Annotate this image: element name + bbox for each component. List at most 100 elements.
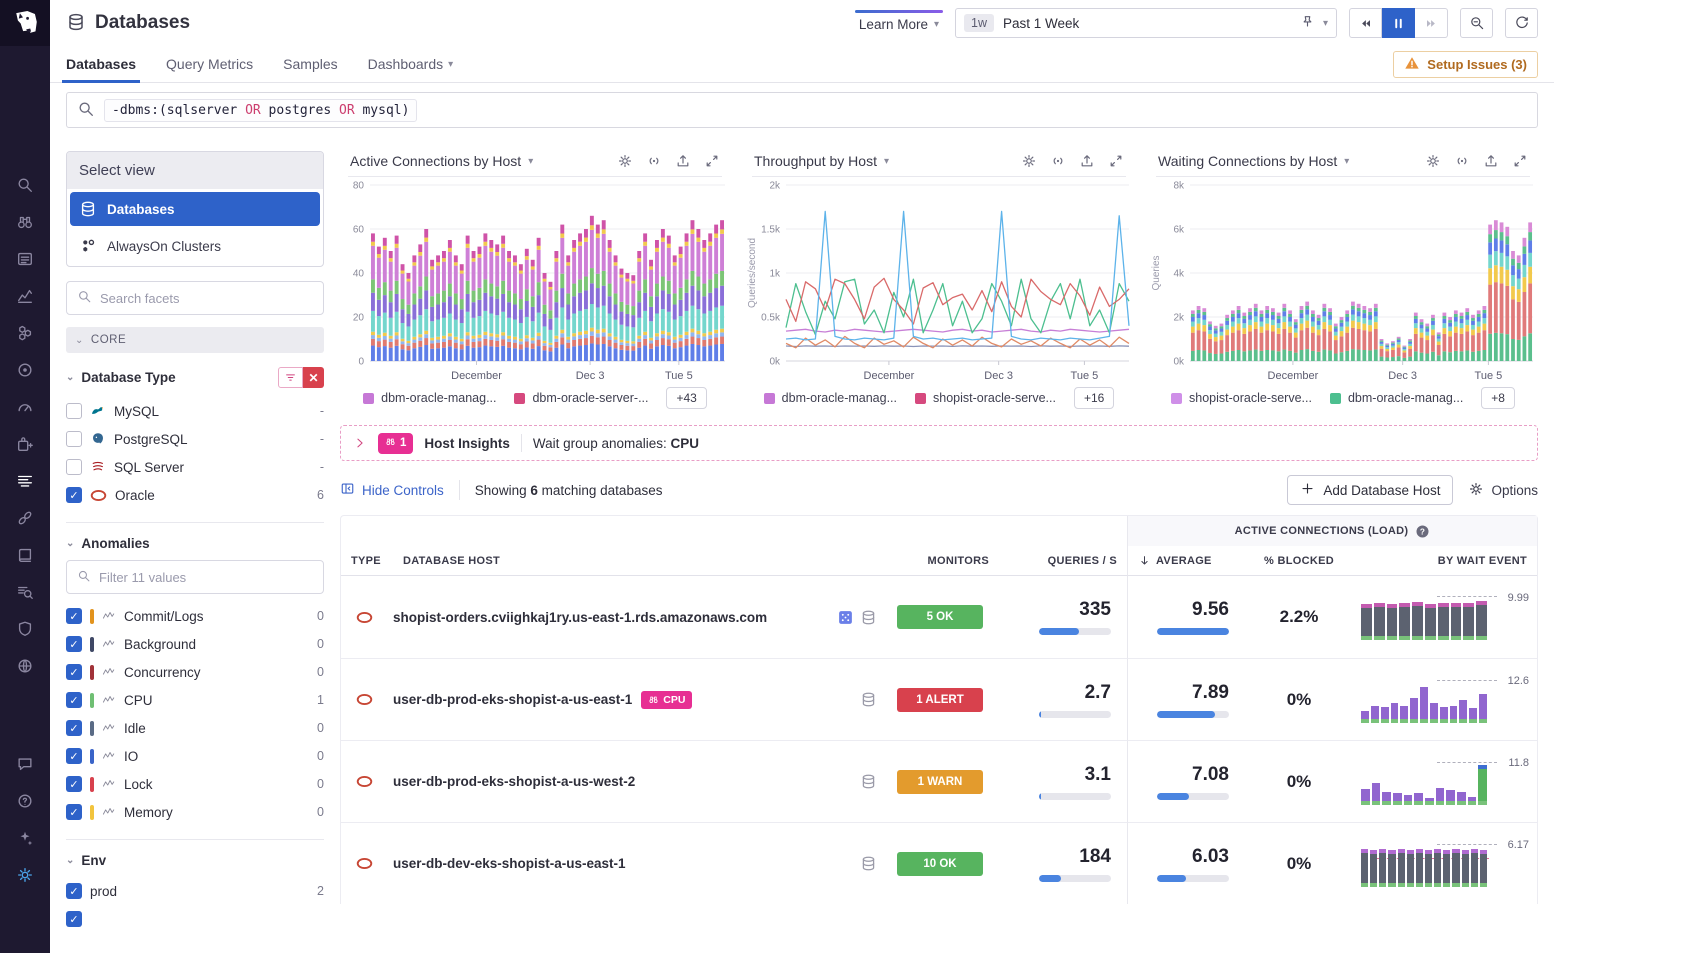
checkbox[interactable]: ✓ bbox=[66, 748, 82, 764]
checkbox[interactable]: ✓ bbox=[66, 911, 82, 927]
chart-title[interactable]: Throughput by Host bbox=[754, 153, 877, 169]
checkbox[interactable]: ✓ bbox=[66, 883, 82, 899]
checkbox[interactable] bbox=[66, 459, 82, 475]
checkbox[interactable]: ✓ bbox=[66, 608, 82, 624]
tab-databases[interactable]: Databases bbox=[66, 46, 136, 82]
facet-item-io[interactable]: ✓IO0 bbox=[66, 742, 324, 770]
gear-icon[interactable] bbox=[1425, 153, 1441, 169]
tab-dashboards[interactable]: Dashboards▾ bbox=[368, 46, 454, 82]
gear-icon[interactable] bbox=[617, 153, 633, 169]
legend-more-badge[interactable]: +43 bbox=[666, 387, 706, 409]
checkbox[interactable] bbox=[66, 431, 82, 447]
support-chat-icon[interactable] bbox=[0, 745, 50, 782]
view-item-databases[interactable]: Databases bbox=[70, 192, 320, 226]
search-icon[interactable] bbox=[0, 166, 50, 203]
table-row-host[interactable]: shopist-orders.cviighkaj1ry.us-east-1.rd… bbox=[393, 576, 817, 658]
pause-button[interactable] bbox=[1382, 8, 1415, 38]
monitor-status-badge[interactable]: 10 OK bbox=[897, 852, 983, 876]
wait-event-chart[interactable]: 12.6 bbox=[1361, 674, 1529, 726]
view-item-alwayson-clusters[interactable]: AlwaysOn Clusters bbox=[70, 229, 320, 263]
search-facets-input[interactable]: Search facets bbox=[66, 281, 324, 315]
wait-event-chart[interactable]: 6.17 bbox=[1361, 838, 1529, 890]
checkbox[interactable]: ✓ bbox=[66, 692, 82, 708]
checkbox[interactable]: ✓ bbox=[66, 776, 82, 792]
chevron-right-icon[interactable] bbox=[353, 436, 367, 450]
legend-item[interactable]: shopist-oracle-serve... bbox=[915, 391, 1056, 405]
time-range-picker[interactable]: 1w Past 1 Week ▾ bbox=[955, 8, 1337, 38]
checkbox[interactable]: ✓ bbox=[66, 487, 82, 503]
facet-item-postgresql[interactable]: PostgreSQL- bbox=[66, 425, 324, 453]
tab-samples[interactable]: Samples bbox=[283, 46, 337, 82]
legend-item[interactable]: dbm-oracle-manag... bbox=[363, 391, 496, 405]
watchdog-icon[interactable] bbox=[0, 203, 50, 240]
table-row-host[interactable]: user-db-prod-eks-shopist-a-us-east-1CPU bbox=[393, 658, 817, 740]
checkbox[interactable] bbox=[66, 403, 82, 419]
host-insights-banner[interactable]: 1 Host Insights Wait group anomalies: CP… bbox=[340, 425, 1538, 461]
export-icon[interactable] bbox=[675, 153, 691, 169]
facet-item-oracle[interactable]: ✓Oracle6 bbox=[66, 481, 324, 509]
options-button[interactable]: Options bbox=[1468, 481, 1538, 500]
facet-item-sql-server[interactable]: SQL Server- bbox=[66, 453, 324, 481]
column-header-database-host[interactable]: DATABASE HOST bbox=[393, 546, 881, 576]
search-query-token[interactable]: -dbms:(sqlserver OR postgres OR mysql) bbox=[104, 99, 417, 122]
core-section-header[interactable]: ⌄ CORE bbox=[66, 327, 324, 353]
add-database-host-button[interactable]: Add Database Host bbox=[1287, 475, 1453, 505]
help-icon[interactable] bbox=[0, 782, 50, 819]
column-header-monitors[interactable]: MONITORS bbox=[881, 546, 999, 576]
fast-forward-button[interactable] bbox=[1415, 8, 1448, 38]
facet-item-clipped[interactable]: ✓ bbox=[66, 905, 324, 933]
column-header-type[interactable]: TYPE bbox=[341, 546, 393, 576]
export-icon[interactable] bbox=[1079, 153, 1095, 169]
pin-icon[interactable] bbox=[1300, 14, 1315, 32]
legend-more-badge[interactable]: +8 bbox=[1481, 387, 1515, 409]
metrics-icon[interactable] bbox=[0, 277, 50, 314]
column-header--blocked[interactable]: % BLOCKED bbox=[1245, 546, 1353, 576]
checkbox[interactable]: ✓ bbox=[66, 664, 82, 680]
datadog-logo[interactable] bbox=[0, 0, 50, 46]
clear-filter-button[interactable]: ✕ bbox=[303, 367, 324, 388]
filter-icon[interactable] bbox=[278, 367, 303, 388]
fullscreen-icon[interactable] bbox=[1512, 153, 1528, 169]
database-monitoring-icon[interactable] bbox=[0, 462, 50, 499]
chart-title[interactable]: Active Connections by Host bbox=[350, 153, 521, 169]
export-icon[interactable] bbox=[1483, 153, 1499, 169]
rewind-button[interactable] bbox=[1349, 8, 1382, 38]
facet-item-lock[interactable]: ✓Lock0 bbox=[66, 770, 324, 798]
facet-item-commit-logs[interactable]: ✓Commit/Logs0 bbox=[66, 602, 324, 630]
broadcast-icon[interactable] bbox=[646, 153, 662, 169]
help-icon[interactable]: ? bbox=[1415, 524, 1430, 539]
chart-plot[interactable]: 8k6k4k2k0kQueriesDecemberDec 3Tue 5 bbox=[1148, 177, 1538, 385]
facet-item-cpu[interactable]: ✓CPU1 bbox=[66, 686, 324, 714]
broadcast-icon[interactable] bbox=[1454, 153, 1470, 169]
integrations-icon[interactable] bbox=[0, 425, 50, 462]
cpu-anomaly-badge[interactable]: CPU bbox=[641, 691, 692, 709]
table-row-host[interactable]: user-db-dev-eks-shopist-a-us-east-1 bbox=[393, 822, 817, 904]
zoom-out-button[interactable] bbox=[1460, 8, 1493, 38]
tab-query-metrics[interactable]: Query Metrics bbox=[166, 46, 253, 82]
facet-group-database-type[interactable]: ⌄Database Type✕ bbox=[66, 367, 324, 388]
chart-plot[interactable]: 2k1.5k1k0.5k0kQueries/secondDecemberDec … bbox=[744, 177, 1134, 385]
wait-event-chart[interactable]: 9.99 bbox=[1361, 591, 1529, 643]
fullscreen-icon[interactable] bbox=[704, 153, 720, 169]
facet-item-background[interactable]: ✓Background0 bbox=[66, 630, 324, 658]
facet-item-prod[interactable]: ✓prod2 bbox=[66, 877, 324, 905]
settings-icon[interactable] bbox=[0, 856, 50, 893]
table-row-host[interactable]: user-db-prod-eks-shopist-a-us-west-2 bbox=[393, 740, 817, 822]
chart-title[interactable]: Waiting Connections by Host bbox=[1158, 153, 1337, 169]
security-icon[interactable] bbox=[0, 610, 50, 647]
audit-icon[interactable] bbox=[0, 573, 50, 610]
checkbox[interactable]: ✓ bbox=[66, 804, 82, 820]
legend-more-badge[interactable]: +16 bbox=[1074, 387, 1114, 409]
events-list-icon[interactable] bbox=[0, 240, 50, 277]
facet-item-mysql[interactable]: MySQL- bbox=[66, 397, 324, 425]
chart-plot[interactable]: 806040200DecemberDec 3Tue 5 bbox=[340, 177, 730, 385]
setup-issues-button[interactable]: Setup Issues (3) bbox=[1393, 51, 1538, 78]
legend-item[interactable]: dbm-oracle-server-... bbox=[514, 391, 648, 405]
service-links-icon[interactable] bbox=[0, 499, 50, 536]
facet-item-memory[interactable]: ✓Memory0 bbox=[66, 798, 324, 826]
monitors-icon[interactable] bbox=[0, 388, 50, 425]
learn-more-dropdown[interactable]: Learn More ▾ bbox=[855, 10, 943, 36]
legend-item[interactable]: shopist-oracle-serve... bbox=[1171, 391, 1312, 405]
facet-item-idle[interactable]: ✓Idle0 bbox=[66, 714, 324, 742]
checkbox[interactable]: ✓ bbox=[66, 720, 82, 736]
